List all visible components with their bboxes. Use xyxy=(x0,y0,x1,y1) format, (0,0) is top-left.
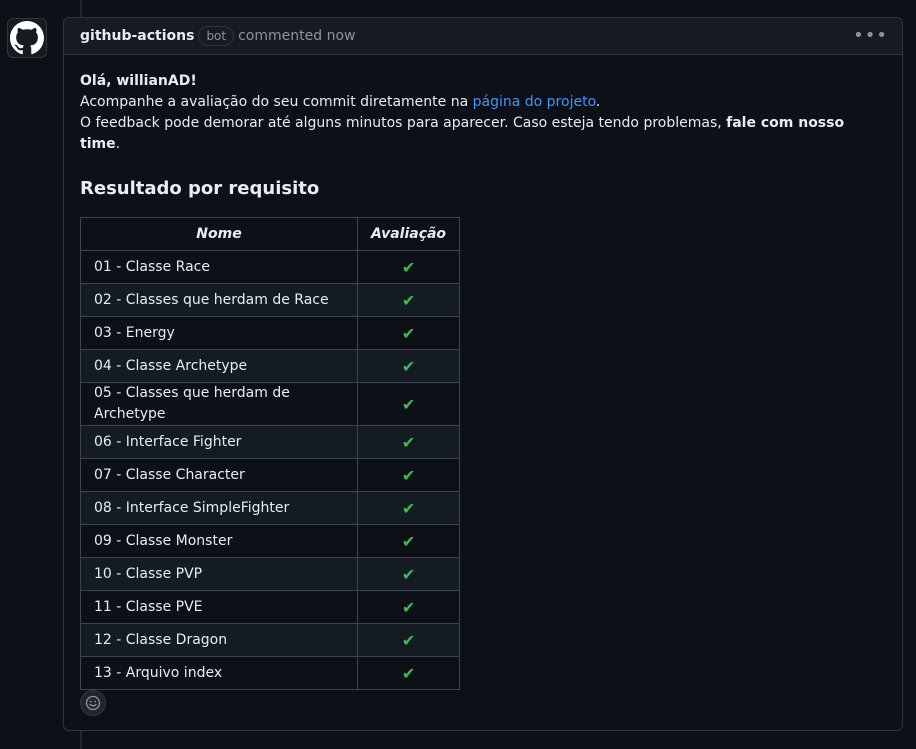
github-logo-icon xyxy=(10,21,44,55)
project-line-suffix: . xyxy=(595,94,601,110)
table-row: 12 - Classe Dragon ✔ xyxy=(80,623,461,657)
project-page-link[interactable]: página do projeto xyxy=(473,94,596,110)
comment-header: github-actions bot commented now ••• xyxy=(64,18,902,55)
results-table-body: 01 - Classe Race ✔ 02 - Classes que herdam… xyxy=(80,250,461,690)
check-mark-icon: ✔ xyxy=(356,491,461,525)
section-heading: Resultado por requisito xyxy=(80,178,320,199)
requirement-name: 03 - Energy xyxy=(80,316,358,350)
results-table: Nome Avaliação 01 - Classe Race ✔ 02 - Cla… xyxy=(80,217,461,690)
table-row: 10 - Classe PVP ✔ xyxy=(80,557,461,591)
greeting-text: Olá, willianAD! xyxy=(80,73,197,89)
check-mark-icon: ✔ xyxy=(356,590,461,624)
check-mark-icon: ✔ xyxy=(356,382,461,426)
project-line: Acompanhe a avaliação do seu commit dire… xyxy=(80,92,886,113)
check-mark-icon: ✔ xyxy=(356,283,461,317)
add-reaction-button[interactable] xyxy=(80,690,106,716)
check-mark-icon: ✔ xyxy=(356,557,461,591)
table-row: 01 - Classe Race ✔ xyxy=(80,250,461,284)
github-actions-avatar[interactable] xyxy=(7,18,47,58)
requirement-name: 12 - Classe Dragon xyxy=(80,623,358,657)
check-mark-icon: ✔ xyxy=(356,656,461,690)
requirement-name: 09 - Classe Monster xyxy=(80,524,358,558)
check-mark-icon: ✔ xyxy=(356,250,461,284)
bot-badge: bot xyxy=(198,26,235,46)
table-row: 11 - Classe PVE ✔ xyxy=(80,590,461,624)
table-row: 04 - Classe Archetype ✔ xyxy=(80,349,461,383)
check-mark-icon: ✔ xyxy=(356,349,461,383)
table-row: 07 - Classe Character ✔ xyxy=(80,458,461,492)
requirement-name: 01 - Classe Race xyxy=(80,250,358,284)
smiley-icon xyxy=(85,695,101,711)
feedback-line-prefix: O feedback pode demorar até alguns minut… xyxy=(80,115,727,131)
check-mark-icon: ✔ xyxy=(356,316,461,350)
project-line-prefix: Acompanhe a avaliação do seu commit dire… xyxy=(80,94,473,110)
requirement-name: 07 - Classe Character xyxy=(80,458,358,492)
check-mark-icon: ✔ xyxy=(356,524,461,558)
requirement-name: 02 - Classes que herdam de Race xyxy=(80,283,358,317)
requirement-name: 04 - Classe Archetype xyxy=(80,349,358,383)
header-nome: Nome xyxy=(80,217,358,251)
requirement-name: 13 - Arquivo index xyxy=(80,656,358,690)
table-row: 06 - Interface Fighter ✔ xyxy=(80,425,461,459)
table-row: 05 - Classes que herdam de Archetype ✔ xyxy=(80,382,461,426)
feedback-line: O feedback pode demorar até alguns minut… xyxy=(80,113,886,155)
table-header-row: Nome Avaliação xyxy=(80,217,461,251)
comment-timestamp[interactable]: commented now xyxy=(238,28,355,44)
comment-body: Olá, willianAD! Acompanhe a avaliação do… xyxy=(64,55,902,690)
kebab-horizontal-icon[interactable]: ••• xyxy=(853,27,888,45)
feedback-line-suffix: . xyxy=(115,136,121,152)
table-row: 13 - Arquivo index ✔ xyxy=(80,656,461,690)
requirement-name: 11 - Classe PVE xyxy=(80,590,358,624)
comment-box: github-actions bot commented now ••• Olá… xyxy=(63,17,903,731)
table-row: 03 - Energy ✔ xyxy=(80,316,461,350)
requirement-name: 05 - Classes que herdam de Archetype xyxy=(80,382,358,426)
check-mark-icon: ✔ xyxy=(356,458,461,492)
table-row: 09 - Classe Monster ✔ xyxy=(80,524,461,558)
table-row: 08 - Interface SimpleFighter ✔ xyxy=(80,491,461,525)
check-mark-icon: ✔ xyxy=(356,425,461,459)
author-link[interactable]: github-actions xyxy=(80,28,194,44)
requirement-name: 06 - Interface Fighter xyxy=(80,425,358,459)
check-mark-icon: ✔ xyxy=(356,623,461,657)
requirement-name: 10 - Classe PVP xyxy=(80,557,358,591)
table-row: 02 - Classes que herdam de Race ✔ xyxy=(80,283,461,317)
requirement-name: 08 - Interface SimpleFighter xyxy=(80,491,358,525)
header-avaliacao: Avaliação xyxy=(356,217,461,251)
